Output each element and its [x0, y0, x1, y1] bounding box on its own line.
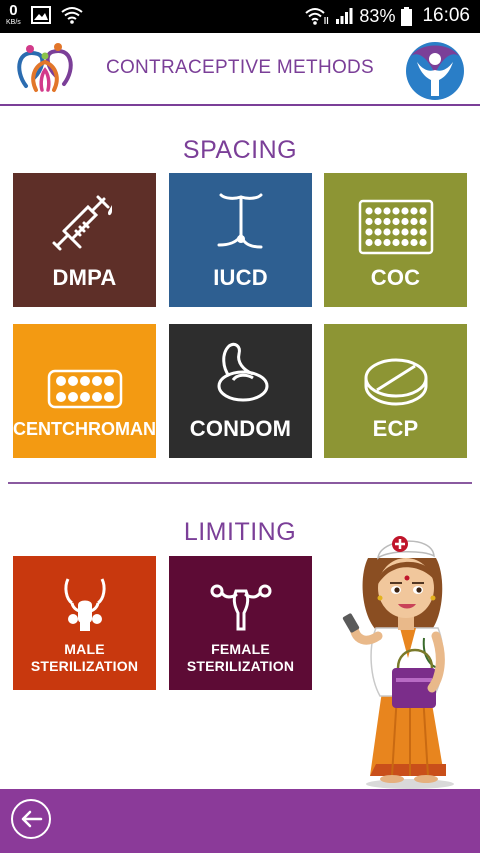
- tile-label-line2: STERILIZATION: [186, 658, 295, 674]
- tile-centchroman[interactable]: CENTCHROMAN: [13, 324, 156, 458]
- clock: 16:06: [422, 5, 470, 26]
- uterus-icon: [210, 584, 271, 631]
- tile-iucd[interactable]: IUCD: [169, 173, 312, 307]
- page-title: CONTRACEPTIVE METHODS: [105, 57, 375, 78]
- wifi-icon: [61, 7, 83, 24]
- tile-male-sterilization[interactable]: MALE STERILIZATION: [13, 556, 156, 690]
- wifi-signal-icon: [305, 8, 329, 25]
- tile-female-sterilization[interactable]: FEMALE STERILIZATION: [169, 556, 312, 690]
- tile-label: CENTCHROMAN: [13, 418, 156, 439]
- tile-label-line1: MALE: [64, 641, 105, 657]
- network-speed-unit: KB/s: [6, 19, 21, 26]
- condom-icon: [217, 342, 268, 402]
- gallery-icon: [30, 6, 51, 24]
- back-button[interactable]: [11, 799, 51, 839]
- pill-pack-icon: [358, 199, 433, 255]
- status-left: 0 KB/s: [6, 3, 83, 26]
- header-divider: [0, 104, 480, 106]
- pill-strip-icon: [47, 369, 122, 408]
- tile-label: ECP: [372, 416, 419, 441]
- tile-label: MALE STERILIZATION: [31, 641, 138, 675]
- tile-label: IUCD: [213, 265, 268, 290]
- tile-condom[interactable]: CONDOM: [169, 324, 312, 458]
- syringe-icon: [52, 195, 112, 251]
- status-right: 83% 16:06: [305, 5, 470, 27]
- network-speed: 0 KB/s: [6, 3, 21, 26]
- section-divider: [8, 482, 472, 484]
- status-bar: 0 KB/s 83% 16:06: [0, 0, 480, 33]
- tile-label: FEMALE STERILIZATION: [187, 641, 294, 675]
- cell-signal-icon: [336, 8, 353, 24]
- tile-label-line2: STERILIZATION: [30, 658, 139, 674]
- network-speed-value: 0: [9, 2, 18, 19]
- tile-coc[interactable]: COC: [324, 173, 467, 307]
- section-title-spacing: SPACING: [182, 136, 298, 164]
- family-logo-icon: [17, 43, 73, 92]
- battery-percent: 83%: [359, 5, 396, 26]
- mother-child-logo-icon: [406, 42, 464, 100]
- tile-dmpa[interactable]: DMPA: [13, 173, 156, 307]
- arrow-left-icon: [21, 810, 43, 828]
- tile-ecp[interactable]: ECP: [324, 324, 467, 458]
- male-reproductive-icon: [63, 578, 106, 631]
- nurse-illustration: [342, 536, 454, 789]
- tile-label: COC: [370, 265, 421, 290]
- tile-label-line1: FEMALE: [211, 641, 270, 657]
- bottom-bar: [0, 789, 480, 853]
- tile-label: DMPA: [52, 265, 117, 290]
- tile-label: CONDOM: [189, 416, 292, 441]
- tablet-icon: [364, 358, 427, 406]
- battery-icon: [401, 6, 413, 26]
- iucd-icon: [217, 193, 262, 249]
